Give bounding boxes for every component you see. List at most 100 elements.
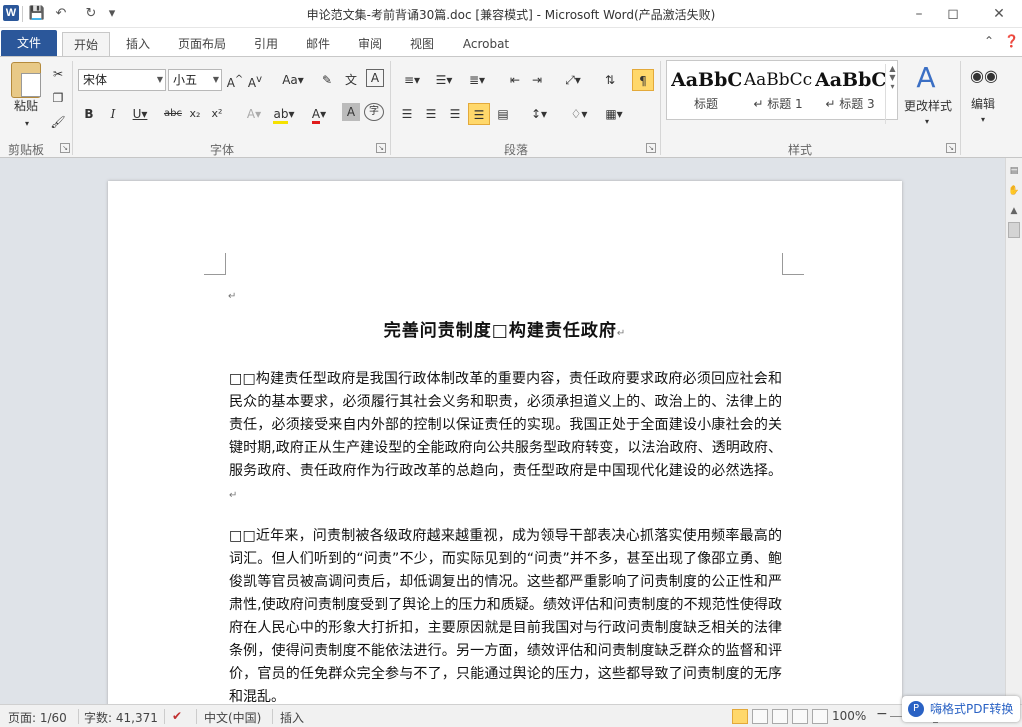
font-size-select[interactable]: 小五 ▼ <box>168 69 222 91</box>
paragraph-launcher-icon[interactable]: ↘ <box>646 143 656 153</box>
font-color-icon[interactable]: A▾ <box>306 103 332 125</box>
style-heading-1[interactable]: AaBbCc ↵ 标题 1 <box>743 65 813 115</box>
document-area[interactable]: ↵ 完善问责制度□构建责任政府↵ □□构建责任型政府是我国行政体制改革的重要内容… <box>0 158 1005 721</box>
document-page[interactable]: ↵ 完善问责制度□构建责任政府↵ □□构建责任型政府是我国行政体制改革的重要内容… <box>108 181 902 721</box>
superscript-icon[interactable]: x² <box>208 103 226 125</box>
line-spacing-icon[interactable]: ↕▾ <box>526 103 552 125</box>
document-title[interactable]: 完善问责制度□构建责任政府↵ <box>108 316 902 341</box>
tab-mailings[interactable]: 邮件 <box>300 32 336 56</box>
chevron-down-icon[interactable]: ▾ <box>978 109 988 131</box>
bold-icon[interactable]: B <box>80 103 98 125</box>
maximize-icon[interactable]: ◻ <box>940 3 966 25</box>
numbering-icon[interactable]: ☰▾ <box>430 69 458 91</box>
strikethrough-icon[interactable]: abc <box>162 103 184 125</box>
window-title: 申论范文集-考前背诵30篇.doc [兼容模式] - Microsoft Wor… <box>306 8 716 22</box>
decrease-indent-icon[interactable]: ⇤ <box>506 69 524 91</box>
show-formatting-marks-icon[interactable]: ¶ <box>632 69 654 91</box>
draft-view-icon[interactable] <box>812 709 828 724</box>
word-count[interactable]: 字数: 41,371 <box>84 709 158 726</box>
status-bar: 页面: 1/60 字数: 41,371 ✔ 中文(中国) 插入 100% − <box>0 704 1022 727</box>
change-styles-icon[interactable]: A <box>908 61 944 95</box>
font-name-select[interactable]: 宋体 ▼ <box>78 69 166 91</box>
tab-view[interactable]: 视图 <box>404 32 440 56</box>
outline-view-icon[interactable] <box>792 709 808 724</box>
language-indicator[interactable]: 中文(中国) <box>204 709 261 726</box>
clipboard-group-label: 剪贴板 <box>7 143 44 157</box>
justify-icon[interactable]: ☰ <box>468 103 490 125</box>
ruler-toggle-icon[interactable]: ▤ <box>1007 164 1021 178</box>
ribbon-minimize-icon[interactable]: ⌃ <box>984 34 994 48</box>
tab-page-layout[interactable]: 页面布局 <box>172 32 232 56</box>
tab-review[interactable]: 审阅 <box>352 32 388 56</box>
tab-references[interactable]: 引用 <box>248 32 284 56</box>
style-heading-3[interactable]: AaBbC ↵ 标题 3 <box>815 65 885 115</box>
character-shading-icon[interactable]: A <box>342 103 360 121</box>
zoom-out-icon[interactable]: − <box>876 706 888 722</box>
shrink-font-icon[interactable]: Av <box>246 69 264 91</box>
document-title-text: 完善问责制度□构建责任政府 <box>383 321 617 341</box>
vertical-scrollbar[interactable]: ▤ ✋ ▲ <box>1005 158 1022 704</box>
text-effects-icon[interactable]: A▾ <box>242 103 266 125</box>
spelling-check-icon[interactable]: ✔ <box>172 709 182 723</box>
tab-insert[interactable]: 插入 <box>120 32 156 56</box>
style-title[interactable]: AaBbC 标题 <box>671 65 741 115</box>
print-layout-view-icon[interactable] <box>732 709 748 724</box>
page-count[interactable]: 页面: 1/60 <box>8 709 67 726</box>
highlight-color-icon[interactable]: ab▾ <box>270 103 298 125</box>
underline-icon[interactable]: U▾ <box>128 103 152 125</box>
clear-format-icon[interactable]: ✎ <box>318 69 336 91</box>
close-icon[interactable]: ✕ <box>986 3 1012 25</box>
scroll-thumb[interactable] <box>1008 222 1020 238</box>
paragraph-mark: ↵ <box>228 291 237 302</box>
cut-icon[interactable]: ✂ <box>48 63 68 85</box>
font-launcher-icon[interactable]: ↘ <box>376 143 386 153</box>
ribbon-tabs: 文件 开始 插入 页面布局 引用 邮件 审阅 视图 Acrobat ⌃ ❓ <box>0 28 1022 56</box>
format-painter-icon[interactable]: 🖌 <box>48 111 68 133</box>
help-icon[interactable]: ❓ <box>1004 34 1019 48</box>
full-screen-reading-icon[interactable] <box>752 709 768 724</box>
chevron-down-icon[interactable]: ▾ <box>922 111 932 133</box>
hand-tool-icon[interactable]: ✋ <box>1007 184 1021 198</box>
italic-icon[interactable]: I <box>104 103 122 125</box>
phonetic-guide-icon[interactable]: 文 <box>342 69 360 91</box>
grow-font-icon[interactable]: A^ <box>226 69 244 91</box>
asian-layout-icon[interactable]: ⤢▾ <box>560 69 586 91</box>
paste-icon[interactable] <box>11 62 41 98</box>
multilevel-list-icon[interactable]: ≣▾ <box>462 69 492 91</box>
enclose-characters-icon[interactable]: 字 <box>364 103 384 121</box>
minimize-icon[interactable]: – <box>906 3 932 25</box>
converter-watermark: P 嗨格式PDF转换器 <box>902 696 1020 722</box>
shading-icon[interactable]: ♢▾ <box>566 103 592 125</box>
align-right-icon[interactable]: ☰ <box>446 103 464 125</box>
zoom-level[interactable]: 100% <box>832 709 866 723</box>
clipboard-launcher-icon[interactable]: ↘ <box>60 143 70 153</box>
tab-file[interactable]: 文件 <box>1 30 57 56</box>
sort-icon[interactable]: ⇅ <box>600 69 620 91</box>
paragraph-mark: ↵ <box>229 490 238 501</box>
subscript-icon[interactable]: x₂ <box>186 103 204 125</box>
scroll-up-icon[interactable]: ▲ <box>1007 204 1021 218</box>
styles-scroll[interactable]: ▲ ▼ ▾ <box>885 64 899 124</box>
binoculars-icon[interactable]: ◉◉ <box>970 65 998 87</box>
document-paragraph[interactable]: □□近年来，问责制被各级政府越来越重视，成为领导干部表决心抓落实使用频率最高的词… <box>229 525 782 709</box>
copy-icon[interactable]: ❐ <box>48 87 68 109</box>
character-border-icon[interactable]: A <box>366 69 384 87</box>
change-case-icon[interactable]: Aa▾ <box>280 69 306 91</box>
font-size-value: 小五 <box>173 73 198 87</box>
bullets-icon[interactable]: ≡▾ <box>398 69 426 91</box>
increase-indent-icon[interactable]: ⇥ <box>528 69 546 91</box>
distributed-icon[interactable]: ▤ <box>494 103 512 125</box>
align-center-icon[interactable]: ☰ <box>422 103 440 125</box>
styles-launcher-icon[interactable]: ↘ <box>946 143 956 153</box>
insert-mode-indicator[interactable]: 插入 <box>280 709 304 726</box>
style-name: 标题 <box>693 97 718 111</box>
tab-acrobat[interactable]: Acrobat <box>456 32 516 56</box>
tab-home[interactable]: 开始 <box>62 32 110 56</box>
document-paragraph[interactable]: □□构建责任型政府是我国行政体制改革的重要内容，责任政府要求政府必须回应社会和民… <box>229 368 782 507</box>
web-layout-icon[interactable] <box>772 709 788 724</box>
group-divider <box>960 61 961 155</box>
borders-icon[interactable]: ▦▾ <box>600 103 628 125</box>
font-name-value: 宋体 <box>83 73 108 87</box>
paste-dropdown-icon[interactable]: ▾ <box>22 113 32 135</box>
align-left-icon[interactable]: ☰ <box>398 103 416 125</box>
